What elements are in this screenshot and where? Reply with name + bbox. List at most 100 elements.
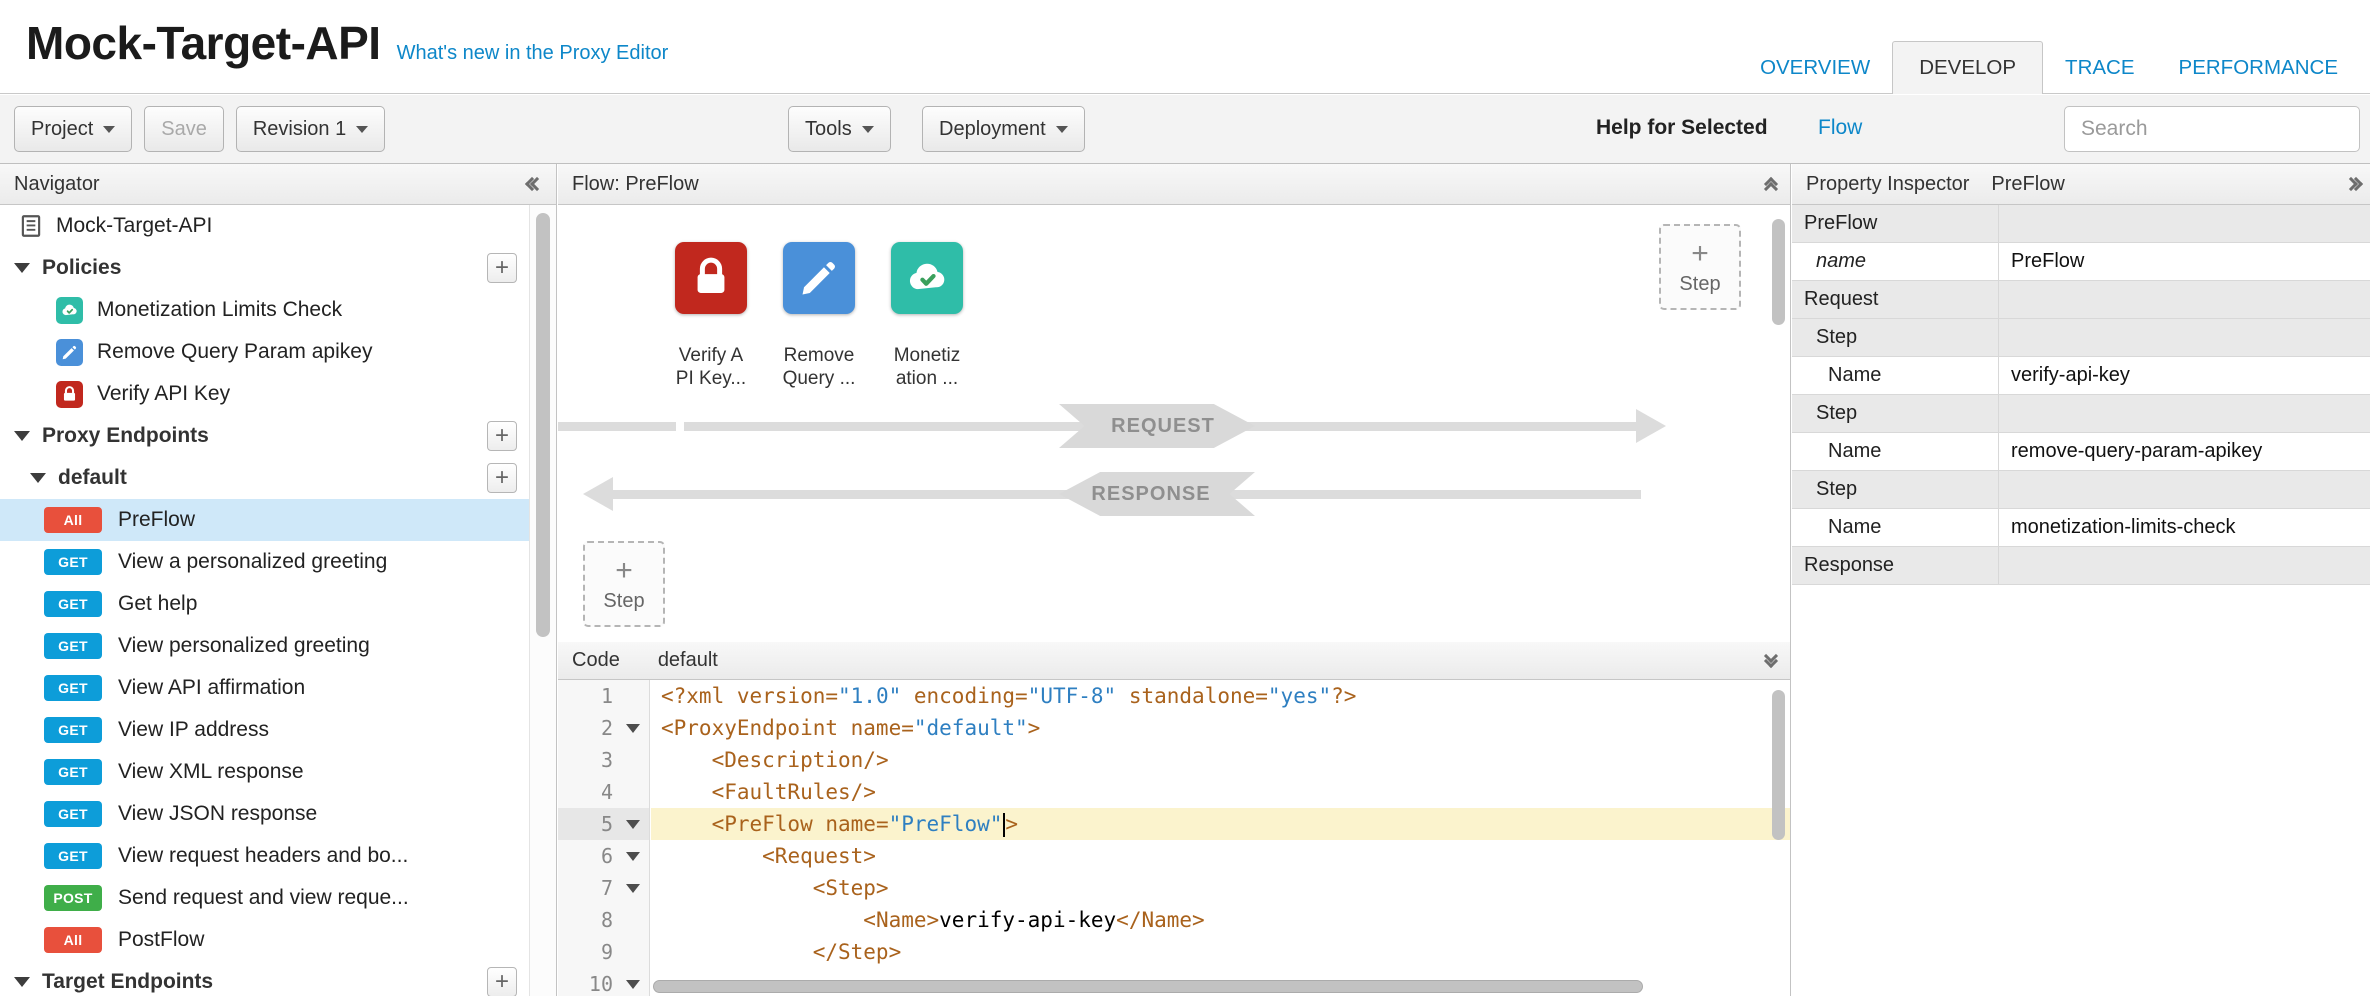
lock-icon: [56, 381, 83, 408]
nav-item-flow[interactable]: AllPostFlow: [0, 919, 529, 961]
navigator-title: Navigator: [14, 173, 100, 196]
add-step-request-button[interactable]: + Step: [1659, 224, 1741, 310]
inspector-property-row: Nameremove-query-param-apikey: [1792, 433, 2370, 471]
nav-section-policies[interactable]: Policies +: [0, 247, 529, 289]
code-line[interactable]: <Request>: [651, 840, 1790, 872]
gutter-line: 2: [558, 712, 649, 744]
flow-name-label: Send request and view reque...: [118, 886, 409, 910]
disclosure-triangle-icon[interactable]: [14, 977, 30, 987]
code-line[interactable]: <PreFlow name="PreFlow">: [651, 808, 1790, 840]
code-line[interactable]: <Description/>: [651, 744, 1790, 776]
flow-name-label: PreFlow: [118, 508, 195, 532]
expand-inspector-icon[interactable]: [2346, 164, 2356, 204]
add-step-response-button[interactable]: + Step: [583, 541, 665, 627]
fold-toggle-icon[interactable]: [626, 884, 640, 893]
inspector-property-row: Nameverify-api-key: [1792, 357, 2370, 395]
nav-item-flow[interactable]: POSTSend request and view reque...: [0, 877, 529, 919]
inspector-key: PreFlow: [1792, 205, 1999, 242]
project-menu-button[interactable]: Project: [14, 106, 132, 152]
editor-column: Flow: PreFlow Verify API Key...RemoveQue…: [558, 164, 1791, 996]
help-flow-link[interactable]: Flow: [1818, 116, 1862, 140]
search-input[interactable]: [2064, 106, 2360, 152]
navigator-scroll-track: [529, 205, 556, 996]
deployment-menu-button[interactable]: Deployment: [922, 106, 1085, 152]
fold-toggle-icon[interactable]: [626, 724, 640, 733]
caret-down-icon: [1056, 126, 1068, 133]
add-flow-button[interactable]: +: [487, 463, 517, 493]
nav-item-flow[interactable]: GETView personalized greeting: [0, 625, 529, 667]
inspector-value[interactable]: monetization-limits-check: [1999, 509, 2370, 546]
inspector-section-row: Step: [1792, 471, 2370, 509]
step-button-label: Step: [1679, 273, 1720, 296]
lock-icon: [675, 242, 747, 314]
disclosure-triangle-icon[interactable]: [30, 473, 46, 483]
flow-name-label: Get help: [118, 592, 197, 616]
inspector-value[interactable]: remove-query-param-apikey: [1999, 433, 2370, 470]
nav-item-flow[interactable]: GETView JSON response: [0, 793, 529, 835]
disclosure-triangle-icon[interactable]: [14, 431, 30, 441]
flow-step[interactable]: Monetization ...: [873, 242, 981, 390]
navigator-scrollbar[interactable]: [536, 213, 550, 637]
code-line[interactable]: </Step>: [651, 936, 1790, 968]
nav-item-flow[interactable]: GETView XML response: [0, 751, 529, 793]
nav-item-policy[interactable]: Remove Query Param apikey: [0, 331, 529, 373]
code-line[interactable]: <ProxyEndpoint name="default">: [651, 712, 1790, 744]
tab-trace[interactable]: TRACE: [2043, 42, 2156, 94]
inspector-key: Name: [1792, 357, 1999, 394]
revision-menu-button[interactable]: Revision 1: [236, 106, 385, 152]
inspector-key: Step: [1792, 319, 1999, 356]
nav-item-policy[interactable]: Monetization Limits Check: [0, 289, 529, 331]
add-proxy-endpoint-button[interactable]: +: [487, 421, 517, 451]
inspector-rows: PreFlownamePreFlowRequestStepNameverify-…: [1792, 205, 2370, 585]
nav-group-default[interactable]: default +: [0, 457, 529, 499]
nav-item-flow[interactable]: GETView IP address: [0, 709, 529, 751]
disclosure-triangle-icon[interactable]: [14, 263, 30, 273]
inspector-value[interactable]: verify-api-key: [1999, 357, 2370, 394]
flow-step[interactable]: Verify API Key...: [657, 242, 765, 390]
save-button[interactable]: Save: [144, 106, 224, 152]
inspector-value: [1999, 471, 2370, 508]
flow-name-label: View personalized greeting: [118, 634, 370, 658]
fold-toggle-icon[interactable]: [626, 852, 640, 861]
nav-item-flow[interactable]: GETView request headers and bo...: [0, 835, 529, 877]
nav-item-flow[interactable]: GETView a personalized greeting: [0, 541, 529, 583]
caret-down-icon: [862, 126, 874, 133]
add-target-endpoint-button[interactable]: +: [487, 967, 517, 996]
page-title: Mock-Target-API: [26, 16, 381, 70]
nav-item-flow[interactable]: GETGet help: [0, 583, 529, 625]
flow-step-label-line: PI Key...: [676, 367, 746, 390]
nav-item-policy[interactable]: Verify API Key: [0, 373, 529, 415]
fold-toggle-icon[interactable]: [626, 820, 640, 829]
pencil-icon: [56, 339, 83, 366]
nav-section-target-endpoints[interactable]: Target Endpoints +: [0, 961, 529, 996]
flow-step[interactable]: RemoveQuery ...: [765, 242, 873, 390]
flow-scrollbar[interactable]: [1772, 219, 1785, 325]
tab-performance[interactable]: PERFORMANCE: [2157, 42, 2360, 94]
nav-item-proxy-root[interactable]: Mock-Target-API: [0, 205, 529, 247]
collapse-navigator-icon[interactable]: [532, 164, 542, 204]
collapse-flow-panel-icon[interactable]: [1766, 164, 1776, 204]
code-line[interactable]: <FaultRules/>: [651, 776, 1790, 808]
collapse-code-panel-icon[interactable]: [1766, 642, 1776, 679]
tab-develop[interactable]: DEVELOP: [1892, 41, 2043, 94]
nav-section-proxy-endpoints[interactable]: Proxy Endpoints +: [0, 415, 529, 457]
line-number: 8: [601, 908, 613, 932]
fold-toggle-icon[interactable]: [626, 980, 640, 989]
add-policy-button[interactable]: +: [487, 253, 517, 283]
nav-item-flow[interactable]: GETView API affirmation: [0, 667, 529, 709]
tools-menu-button[interactable]: Tools: [788, 106, 891, 152]
code-line[interactable]: <Name>verify-api-key</Name>: [651, 904, 1790, 936]
code-line[interactable]: <Step>: [651, 872, 1790, 904]
code-editor[interactable]: 12345678910 <?xml version="1.0" encoding…: [558, 680, 1790, 996]
code-vertical-scrollbar[interactable]: [1772, 690, 1785, 840]
inspector-value[interactable]: PreFlow: [1999, 243, 2370, 280]
code-panel-endpoint-name: default: [658, 649, 718, 672]
flow-name-label: PostFlow: [118, 928, 204, 952]
whats-new-link[interactable]: What's new in the Proxy Editor: [397, 42, 669, 65]
nav-item-flow[interactable]: AllPreFlow: [0, 499, 529, 541]
flow-panel-header: Flow: PreFlow: [558, 164, 1790, 205]
tab-overview[interactable]: OVERVIEW: [1738, 42, 1892, 94]
code-horizontal-scrollbar[interactable]: [653, 980, 1643, 993]
code-line[interactable]: <?xml version="1.0" encoding="UTF-8" sta…: [651, 680, 1790, 712]
revision-menu-label: Revision 1: [253, 118, 346, 141]
